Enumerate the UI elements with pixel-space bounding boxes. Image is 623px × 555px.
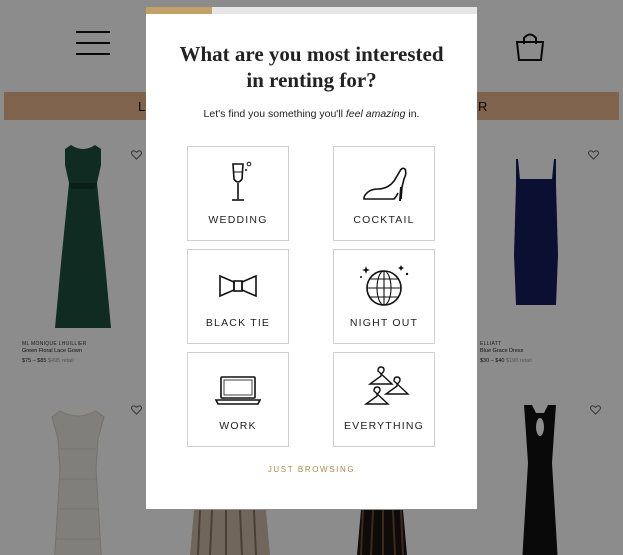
high-heel-icon	[363, 167, 407, 202]
disco-ball-icon	[360, 265, 409, 306]
just-browsing-link[interactable]: JUST BROWSING	[146, 465, 477, 474]
option-label: EVERYTHING	[343, 420, 425, 432]
modal-title-line-2: in renting for?	[246, 68, 377, 92]
progress-bar	[146, 7, 477, 14]
option-cocktail[interactable]: COCKTAIL	[333, 146, 435, 241]
option-label: WORK	[219, 420, 257, 432]
progress-bar-fill	[146, 7, 213, 14]
option-label: COCKTAIL	[353, 214, 415, 226]
subtitle-text-end: in.	[405, 108, 420, 120]
option-black-tie[interactable]: BLACK TIE	[187, 249, 289, 344]
laptop-icon	[214, 376, 262, 405]
modal-title: What are you most interested in renting …	[146, 41, 477, 93]
modal-title-line-1: What are you most interested	[179, 42, 444, 66]
option-label: WEDDING	[208, 214, 268, 226]
modal-subtitle: Let's find you something you'll feel ama…	[146, 108, 477, 120]
hangers-icon	[363, 366, 410, 405]
occasion-modal: What are you most interested in renting …	[146, 7, 477, 509]
option-night-out[interactable]: NIGHT OUT	[333, 249, 435, 344]
champagne-glass-icon	[232, 161, 252, 201]
subtitle-emphasis: feel amazing	[345, 108, 406, 120]
option-label: BLACK TIE	[205, 317, 271, 329]
subtitle-text: Let's find you something you'll	[203, 108, 346, 120]
option-work[interactable]: WORK	[187, 352, 289, 447]
option-everything[interactable]: EVERYTHING	[333, 352, 435, 447]
bow-tie-icon	[219, 274, 257, 298]
option-wedding[interactable]: WEDDING	[187, 146, 289, 241]
option-label: NIGHT OUT	[349, 317, 419, 329]
